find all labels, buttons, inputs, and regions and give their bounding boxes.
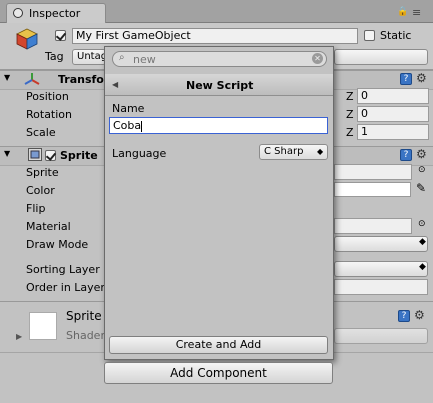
order-in-layer-field[interactable]	[334, 279, 428, 295]
rotation-z-label: Z	[346, 108, 354, 121]
lock-icon[interactable]: 🔒	[397, 7, 408, 17]
scale-z-field[interactable]: 1	[357, 124, 429, 140]
active-checkbox[interactable]	[55, 30, 66, 41]
gear-icon[interactable]: ⚙	[416, 147, 427, 161]
gear-icon[interactable]: ⚙	[414, 308, 425, 322]
cube-icon	[16, 28, 38, 50]
order-in-layer-label: Order in Layer	[26, 281, 105, 294]
gear-icon[interactable]: ⚙	[416, 71, 427, 85]
layer-dropdown[interactable]	[334, 49, 428, 65]
script-name-input[interactable]: Coba	[109, 117, 328, 134]
add-component-button[interactable]: Add Component	[104, 362, 333, 384]
search-input[interactable]: ⌕ new ✕	[112, 51, 327, 67]
text-caret	[141, 120, 143, 132]
sprite-renderer-title: Sprite	[60, 149, 98, 162]
material-label: Material	[26, 220, 71, 233]
create-and-add-button[interactable]: Create and Add	[109, 336, 328, 354]
language-label: Language	[112, 147, 167, 160]
dropdown-arrow-icon: ◆	[419, 237, 426, 247]
material-thumbnail	[29, 312, 57, 340]
info-icon	[13, 8, 23, 18]
object-picker-icon[interactable]: ⊙	[418, 165, 426, 175]
color-swatch[interactable]	[334, 182, 411, 197]
static-label: Static	[380, 29, 412, 42]
transform-title: Transfo	[58, 73, 104, 86]
position-label: Position	[26, 90, 69, 103]
sprite-label: Sprite	[26, 166, 59, 179]
dropdown-arrow-icon: ◆	[419, 262, 426, 272]
sorting-layer-label: Sorting Layer	[26, 263, 100, 276]
material-field[interactable]	[334, 218, 412, 234]
axes-icon	[24, 73, 40, 85]
language-value: C Sharp	[264, 146, 304, 157]
menu-icon[interactable]: ≡	[412, 6, 421, 19]
scale-label: Scale	[26, 126, 56, 139]
tab-inspector[interactable]: Inspector	[6, 3, 106, 23]
tab-inspector-label: Inspector	[29, 7, 81, 20]
language-dropdown[interactable]: C Sharp ◆	[259, 144, 328, 160]
sprite-renderer-icon	[28, 148, 42, 161]
help-book-icon[interactable]: ?	[400, 149, 412, 161]
shader-dropdown[interactable]	[334, 328, 428, 344]
color-label: Color	[26, 184, 55, 197]
search-icon: ⌕	[119, 52, 125, 63]
gameobject-name-field[interactable]: My First GameObject	[72, 28, 358, 44]
material-name: Sprite	[66, 309, 102, 323]
popup-title: New Script	[186, 79, 254, 92]
tag-label: Tag	[45, 50, 64, 63]
script-name-value: Coba	[113, 119, 142, 132]
draw-mode-dropdown[interactable]	[334, 236, 428, 252]
position-z-field[interactable]: 0	[357, 88, 429, 104]
rotation-z-field[interactable]: 0	[357, 106, 429, 122]
script-name-label: Name	[112, 102, 145, 115]
static-checkbox[interactable]	[364, 30, 375, 41]
tag-dropdown[interactable]: Untag	[72, 49, 107, 65]
eyedropper-icon[interactable]: ✎	[416, 181, 426, 195]
sprite-renderer-enabled-checkbox[interactable]	[45, 150, 56, 161]
sorting-layer-dropdown[interactable]	[334, 261, 428, 277]
clear-icon[interactable]: ✕	[312, 53, 323, 64]
flip-label: Flip	[26, 202, 46, 215]
shader-label: Shader	[66, 329, 105, 342]
help-book-icon[interactable]: ?	[398, 310, 410, 322]
object-picker-icon[interactable]: ⊙	[418, 219, 426, 229]
scale-z-label: Z	[346, 126, 354, 139]
foldout-arrow-icon[interactable]: ▼	[4, 149, 10, 158]
back-arrow-icon[interactable]: ◀	[112, 80, 118, 89]
draw-mode-label: Draw Mode	[26, 238, 89, 251]
sprite-field[interactable]	[334, 164, 412, 180]
rotation-label: Rotation	[26, 108, 73, 121]
position-z-label: Z	[346, 90, 354, 103]
foldout-arrow-icon[interactable]: ▼	[4, 73, 10, 82]
search-text: new	[133, 53, 156, 66]
help-book-icon[interactable]: ?	[400, 73, 412, 85]
foldout-arrow-icon[interactable]: ▶	[16, 332, 22, 341]
dropdown-arrow-icon: ◆	[317, 147, 324, 156]
